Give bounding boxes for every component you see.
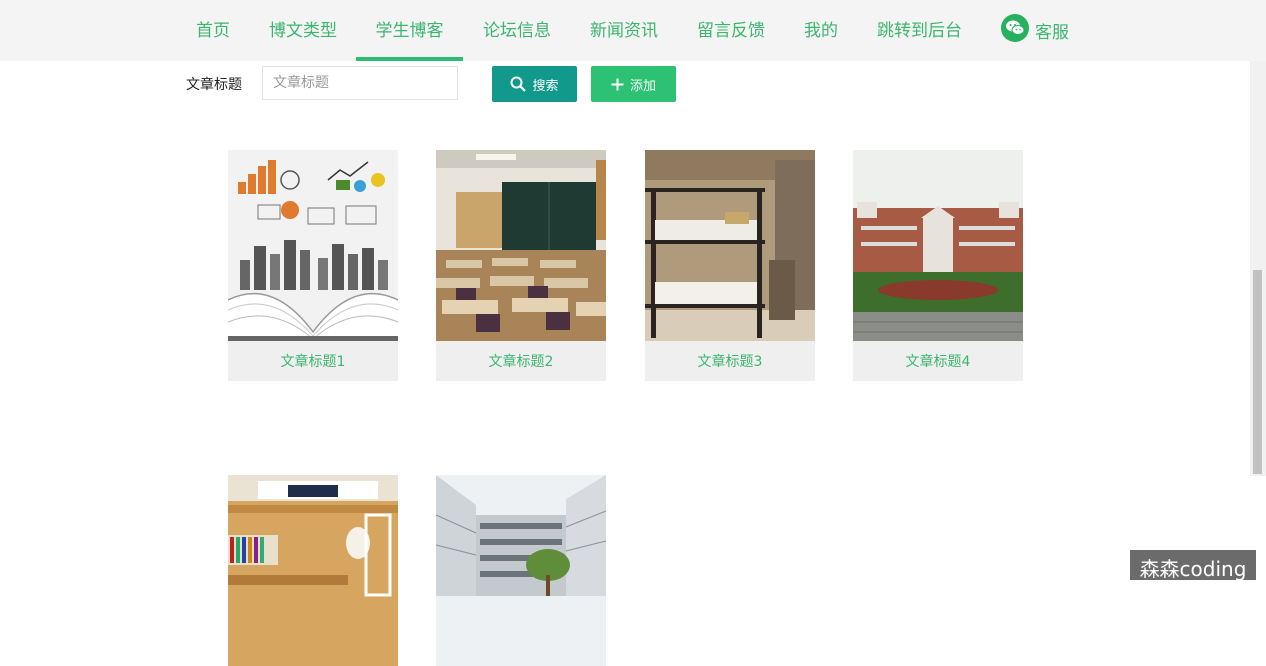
nav-mine[interactable]: 我的 <box>804 0 838 61</box>
search-icon <box>510 76 527 92</box>
scrollbar-thumb[interactable] <box>1253 270 1262 474</box>
article-title[interactable]: 文章标题4 <box>853 341 1023 381</box>
nav-news[interactable]: 新闻资讯 <box>590 0 658 61</box>
article-thumbnail[interactable] <box>436 475 606 666</box>
article-card[interactable]: 文章标题3 <box>645 150 815 381</box>
article-title[interactable]: 文章标题3 <box>645 341 815 381</box>
article-thumbnail[interactable] <box>436 150 606 341</box>
nav-admin[interactable]: 跳转到后台 <box>877 0 962 61</box>
customer-service-link[interactable]: 客服 <box>1035 2 1069 63</box>
search-button-label: 搜索 <box>532 78 559 94</box>
article-title[interactable]: 文章标题2 <box>436 341 606 381</box>
nav-student-blog[interactable]: 学生博客 <box>356 0 463 61</box>
page-scrollbar[interactable] <box>1250 61 1266 476</box>
article-thumbnail[interactable] <box>228 150 398 341</box>
add-button[interactable]: 添加 <box>591 66 676 102</box>
nav-forum[interactable]: 论坛信息 <box>483 0 551 61</box>
nav-home[interactable]: 首页 <box>196 0 230 61</box>
article-thumbnail[interactable] <box>645 150 815 341</box>
watermark: 森森coding <box>1130 550 1256 581</box>
article-thumbnail[interactable] <box>228 475 398 666</box>
nav-blog-types[interactable]: 博文类型 <box>269 0 337 61</box>
top-navigation: 首页 博文类型 学生博客 论坛信息 新闻资讯 留言反馈 我的 跳转到后台 客服 <box>0 0 1266 61</box>
article-thumbnail[interactable] <box>853 150 1023 341</box>
article-title[interactable]: 文章标题1 <box>228 341 398 381</box>
search-label: 文章标题 <box>186 77 242 93</box>
plus-icon <box>611 78 624 90</box>
article-card[interactable]: 文章标题1 <box>228 150 398 381</box>
search-input[interactable] <box>262 66 458 100</box>
nav-feedback[interactable]: 留言反馈 <box>697 0 765 61</box>
article-card[interactable]: 文章标题2 <box>436 150 606 381</box>
article-card[interactable] <box>228 475 398 666</box>
add-button-label: 添加 <box>629 78 656 94</box>
article-card[interactable]: 文章标题4 <box>853 150 1023 381</box>
wechat-icon[interactable] <box>1001 14 1029 42</box>
article-card[interactable] <box>436 475 606 666</box>
search-button[interactable]: 搜索 <box>492 66 577 102</box>
